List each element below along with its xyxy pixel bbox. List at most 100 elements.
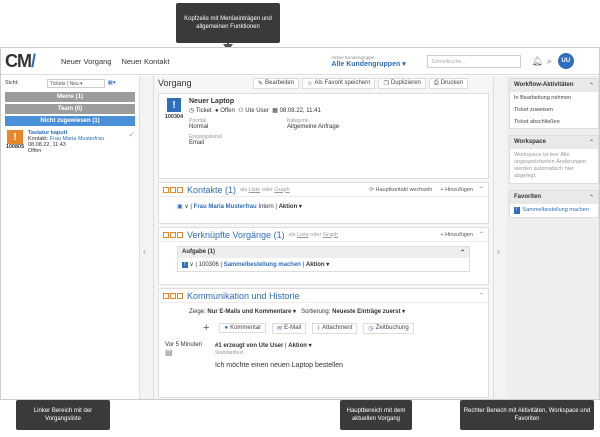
workflow-title: Workflow-Aktivitäten <box>514 82 574 88</box>
right-collapse-handle[interactable]: › <box>493 76 507 399</box>
show-select[interactable]: Nur E-Mails und Kommentare ▾ <box>207 309 296 315</box>
header-bar: CM/ Neuer Vorgang Neuer Kontakt Aktive K… <box>1 48 599 75</box>
add-linked-button[interactable]: + Hinzufügen <box>440 232 473 238</box>
search-icon[interactable]: ⌕ <box>547 56 552 67</box>
new-contact-link[interactable]: Neuer Kontakt <box>121 57 169 66</box>
add-contact-button[interactable]: + Hinzufügen <box>440 187 473 193</box>
linked-tag-or: oder <box>310 231 322 238</box>
quick-search-input[interactable]: Schnellsuche... <box>427 54 522 68</box>
attachment-button[interactable]: ⌇ Attachment <box>312 322 358 334</box>
linked-tag-prefix: als <box>288 231 296 238</box>
view-label: Sicht: <box>5 80 19 86</box>
entry-action-button[interactable]: Aktion ▾ <box>288 343 311 349</box>
contact-row: ▣ ∨ | Frau Maria Musterfrau Intern | Akt… <box>177 204 302 210</box>
chevron-up-icon[interactable]: ⌃ <box>479 186 484 193</box>
contact-name[interactable]: Frau Maria Musterfrau <box>194 204 257 210</box>
comm-actions: + ● Kommentar ✉ E-Mail ⌇ Attachment ◷ Zeitbu… <box>159 320 488 336</box>
view-switch-icon[interactable] <box>163 292 183 299</box>
channel-value: Email <box>189 140 205 146</box>
customer-group-select[interactable]: Aktive Kundengruppe Alle Kundengruppen ▾ <box>331 55 417 68</box>
history-entry: Vor 5 Minuten ▤ #1 erzeugt von Ute User … <box>165 342 344 369</box>
left-collapse-handle[interactable]: ‹ <box>140 76 154 399</box>
chevron-left-icon: ‹ <box>143 246 146 256</box>
workflow-item-close[interactable]: Ticket abschließen <box>510 116 598 128</box>
callout-left: Linker Bereich mit der Vorgangsliste <box>16 400 110 430</box>
task-group-label: Aufgabe (1) <box>182 249 215 255</box>
workspace-title: Workspace <box>514 139 546 145</box>
page-title: Vorgang <box>158 78 192 88</box>
view-switch-icon[interactable] <box>163 231 183 238</box>
edit-button[interactable]: ✎ Bearbeiten <box>253 77 300 89</box>
time-booking-button[interactable]: ◷ Zeitbuchung <box>363 322 414 334</box>
group-team-button[interactable]: Team (0) <box>5 104 135 114</box>
favorite-item-label: Sammelbestellung machen <box>522 207 589 213</box>
comment-icon: ● <box>224 325 229 331</box>
email-button[interactable]: ✉ E-Mail <box>272 322 307 334</box>
add-linked-label: Hinzufügen <box>445 231 473 238</box>
chevron-up-icon[interactable]: ⌃ <box>460 249 465 256</box>
linked-action-button[interactable]: Aktion ▾ <box>306 262 329 268</box>
ticket-status: Offen <box>28 148 42 154</box>
chevron-up-icon[interactable]: ⌃ <box>589 82 594 89</box>
linked-name[interactable]: Sammelbestellung machen <box>224 262 301 268</box>
workflow-item-take[interactable]: In Bearbeitung nehmen <box>510 92 598 104</box>
comm-filter-bar: Zeige: Nur E-Mails und Kommentare ▾ Sort… <box>159 303 488 320</box>
callout-center: Hauptbereich mit dem aktuellen Vorgang <box>340 400 412 430</box>
switch-main-contact-button[interactable]: ⟳ Hauptkontakt wechseln <box>369 187 432 193</box>
group-mine-button[interactable]: Meine (1) <box>5 92 135 102</box>
view-select-value: Tickets | Neu <box>49 80 79 87</box>
grid-icon[interactable]: ▦▾ <box>108 80 116 86</box>
contact-role: Intern <box>258 204 274 210</box>
chevron-down-icon[interactable]: ∨ <box>189 262 193 268</box>
view-switch-icon[interactable] <box>163 186 183 193</box>
contact-action-label: Aktion <box>278 204 298 210</box>
new-case-link[interactable]: Neuer Vorgang <box>61 57 111 66</box>
case-date: 08.08.22, 11:41 <box>279 108 321 114</box>
avatar[interactable]: UU <box>557 53 574 69</box>
list-item: ! ∨ | 100306 | Sammelbestellung machen |… <box>182 262 330 268</box>
sort-select-value: Neueste Einträge zuerst <box>332 309 401 315</box>
task-group: Aufgabe (1) ⌃ ! ∨ | 100306 | Sammelbeste… <box>177 246 470 272</box>
linked-title: Verknüpfte Vorgänge (1) <box>187 229 285 240</box>
contacts-tag-or: oder <box>261 186 273 193</box>
contact-action-button[interactable]: Aktion ▾ <box>279 204 302 210</box>
chevron-down-icon[interactable]: ∨ <box>184 204 188 210</box>
document-icon: ▤ <box>165 348 173 357</box>
view-select[interactable]: Tickets | Neu ▾ <box>46 78 105 88</box>
favorite-button[interactable]: ☆ Als Favorit speichern <box>302 77 376 89</box>
info-icon: ! <box>514 207 520 214</box>
plus-icon[interactable]: + <box>203 322 209 334</box>
switch-main-contact-label: Hauptkontakt wechseln <box>375 186 433 193</box>
time-booking-label: Zeitbuchung <box>375 325 409 331</box>
user-icon: ⚇ <box>238 108 244 114</box>
chevron-up-icon[interactable]: ⌃ <box>479 231 484 238</box>
list-link[interactable]: Liste <box>297 232 309 238</box>
graph-link[interactable]: Graph <box>323 232 338 238</box>
workflow-item-assign[interactable]: Ticket zuweisen <box>510 104 598 116</box>
graph-link[interactable]: Graph <box>274 187 289 193</box>
status-dot-icon: ● <box>214 108 219 114</box>
chevron-up-icon[interactable]: ⌃ <box>589 139 594 146</box>
list-link[interactable]: Liste <box>249 187 261 193</box>
list-item[interactable]: ! 100805 Tastatur kaputt Kontakt: Frau M… <box>5 130 135 154</box>
main-panel: Vorgang ✎ Bearbeiten ☆ Als Favorit speiche… <box>154 76 493 399</box>
chevron-up-icon[interactable]: ⌃ <box>589 194 594 201</box>
bell-icon[interactable]: 🔔︎ <box>531 56 542 67</box>
comm-title: Kommunikation und Historie <box>187 290 300 301</box>
duplicate-button[interactable]: ❐ Duplizieren <box>378 77 426 89</box>
check-icon[interactable]: ✓ <box>128 130 135 154</box>
group-unassigned-button[interactable]: Nicht zugewiesen (1) <box>5 116 135 126</box>
favorite-item[interactable]: ! Sammelbestellung machen <box>510 204 598 217</box>
case-card: ! 100304 Neuer Laptop ◷ Ticket ● Offen ⚇… <box>158 93 489 179</box>
chevron-up-icon[interactable]: ⌃ <box>479 292 484 299</box>
sort-select[interactable]: Neueste Einträge zuerst ▾ <box>332 309 405 315</box>
comment-button[interactable]: ● Kommentar <box>219 323 267 333</box>
view-bar: Sicht: Tickets | Neu ▾ ▦▾ <box>1 76 139 90</box>
print-label: Drucken <box>440 80 464 86</box>
info-icon: ! <box>167 98 181 112</box>
show-select-value: Nur E-Mails und Kommentare <box>207 309 292 315</box>
print-button[interactable]: ⎙ Drucken <box>428 77 469 89</box>
entry-head: #1 erzeugt von Ute User <box>215 343 284 349</box>
case-status: Offen <box>220 108 235 114</box>
right-panel: Workflow-Aktivitäten ⌃ In Bearbeitung neh… <box>507 76 599 399</box>
